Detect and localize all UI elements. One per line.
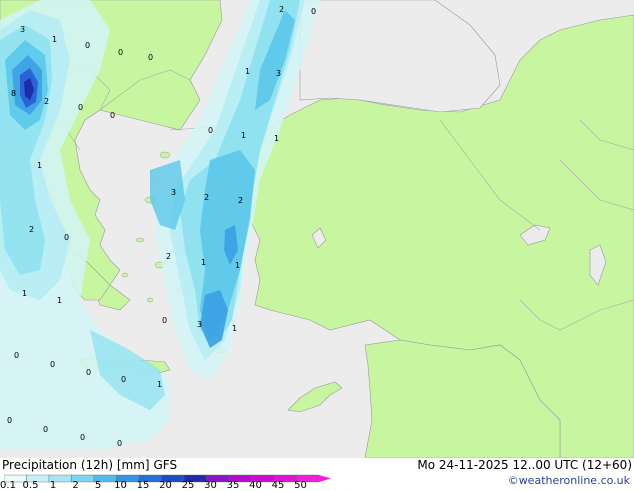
value-label: 2 [166, 252, 171, 261]
value-label: 1 [52, 35, 57, 44]
scale-tick-label: 5 [94, 480, 102, 491]
value-label: 0 [14, 351, 19, 360]
precipitation-map: 3 1 0 0 0 8 2 0 2 0 1 3 0 1 1 1 3 2 2 2 … [0, 0, 634, 458]
scale-tick-label: 45 [271, 480, 285, 491]
value-label: 1 [201, 258, 206, 267]
value-label: 0 [80, 433, 85, 442]
scale-arrow [319, 475, 331, 482]
value-label: 1 [37, 161, 42, 170]
valid-time: Mo 24-11-2025 12..00 UTC (12+60) [417, 458, 632, 472]
scale-tick-label: 50 [294, 480, 307, 491]
value-label: 0 [311, 7, 316, 16]
scale-tick-label: 20 [159, 480, 172, 491]
value-label: 2 [238, 196, 243, 205]
value-label: 8 [11, 89, 16, 98]
scale-tick-label: 25 [181, 480, 195, 491]
value-label: 0 [162, 316, 167, 325]
scale-tick-label: 2 [72, 480, 79, 491]
credit-link[interactable]: ©weatheronline.co.uk [508, 474, 630, 487]
scale-tick-label: 10 [114, 480, 127, 491]
value-label: 1 [57, 296, 62, 305]
value-label: 0 [78, 103, 83, 112]
value-label: 0 [7, 416, 12, 425]
scale-tick-label: 15 [136, 480, 150, 491]
value-label: 1 [245, 67, 250, 76]
value-label: 1 [157, 380, 162, 389]
value-label: 1 [235, 261, 240, 270]
value-label: 2 [44, 97, 49, 106]
scale-tick-label: 0.1 [0, 480, 16, 491]
value-label: 1 [274, 134, 279, 143]
value-label: 2 [279, 5, 284, 14]
value-label: 0 [86, 368, 91, 377]
value-label: 1 [22, 289, 27, 298]
value-label: 0 [64, 233, 69, 242]
model-name: GFS [153, 458, 178, 472]
scale-tick-label: 30 [204, 480, 217, 491]
value-label: 0 [208, 126, 213, 135]
value-label: 0 [110, 111, 115, 120]
value-label: 3 [197, 320, 202, 329]
value-label: 1 [241, 131, 246, 140]
value-label: 0 [117, 439, 122, 448]
value-label: 3 [20, 25, 25, 34]
value-label: 2 [204, 193, 209, 202]
value-label: 0 [50, 360, 55, 369]
scale-tick-label: 1 [49, 480, 57, 491]
map-footer: Precipitation (12h) [mm] GFS Mo 24-11-20… [0, 458, 634, 491]
title-text: Precipitation (12h) [mm] [2, 458, 150, 472]
map-title: Precipitation (12h) [mm] GFS [2, 458, 177, 472]
value-label: 0 [121, 375, 126, 384]
value-label: 0 [85, 41, 90, 50]
value-label: 0 [148, 53, 153, 62]
scale-tick-label: 35 [226, 480, 240, 491]
value-label: 3 [171, 188, 176, 197]
scale-tick-label: 0.5 [22, 480, 39, 491]
scale-tick-label: 40 [249, 480, 262, 491]
value-label: 2 [29, 225, 34, 234]
value-label: 1 [232, 324, 237, 333]
value-label: 0 [118, 48, 123, 57]
value-label: 0 [43, 425, 48, 434]
value-label: 3 [276, 69, 281, 78]
